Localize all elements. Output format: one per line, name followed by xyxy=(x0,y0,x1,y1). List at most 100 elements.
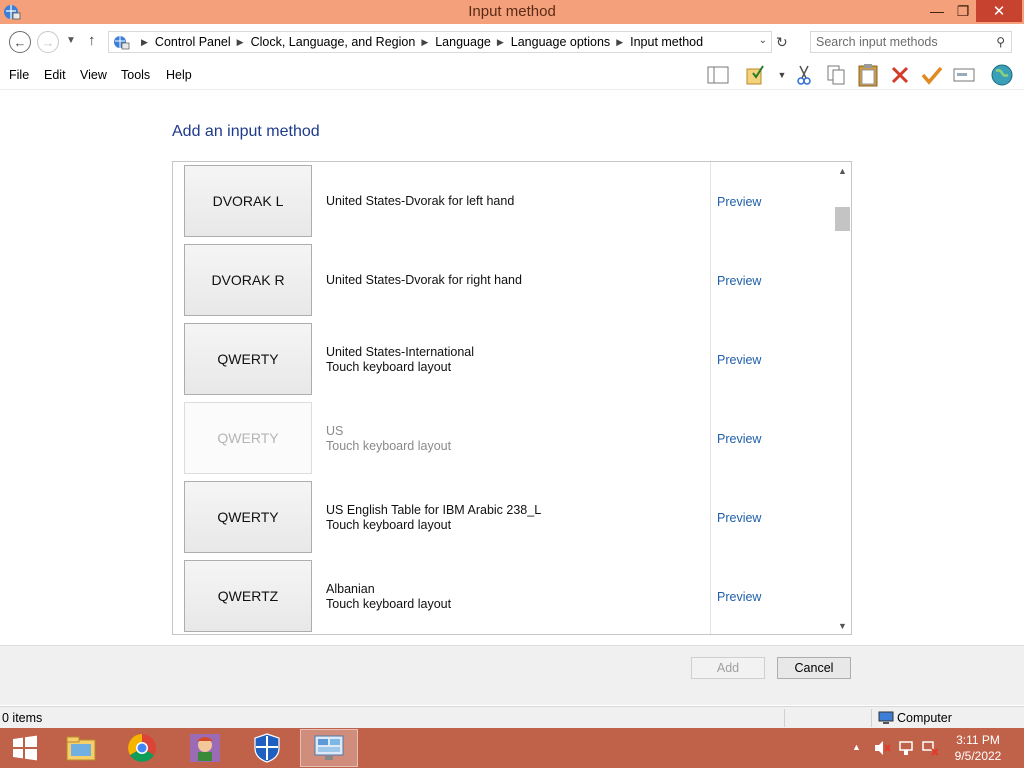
cut-icon[interactable] xyxy=(792,63,816,87)
show-hidden-icons-icon[interactable]: ▲ xyxy=(852,742,861,752)
list-item[interactable]: QWERTY United States-International Touch… xyxy=(173,320,833,399)
game-app-icon xyxy=(190,734,220,762)
taskbar-chrome[interactable] xyxy=(113,729,171,767)
rename-icon[interactable] xyxy=(952,63,976,87)
network-disconnected-icon[interactable] xyxy=(921,740,939,756)
address-row: ← → ▼ ↑ ▶ Control Panel ▶ Clock, Languag… xyxy=(0,24,1024,60)
breadcrumb-language-options[interactable]: Language options xyxy=(511,35,610,49)
list-item[interactable]: DVORAK L United States-Dvorak for left h… xyxy=(173,162,833,241)
status-location: Computer xyxy=(897,711,952,725)
item-description: US Touch keyboard layout xyxy=(326,399,451,478)
paste-icon[interactable] xyxy=(856,63,880,87)
chevron-right-icon[interactable]: ▶ xyxy=(421,37,428,48)
preview-link[interactable]: Preview xyxy=(717,162,761,241)
breadcrumb-clock-language-region[interactable]: Clock, Language, and Region xyxy=(251,35,416,49)
item-subtitle: Touch keyboard layout xyxy=(326,438,452,453)
chrome-icon xyxy=(128,734,156,762)
item-title: United States-Dvorak for left hand xyxy=(326,194,515,208)
taskbar-file-explorer[interactable] xyxy=(52,729,110,767)
refresh-button[interactable]: ↻ xyxy=(776,34,788,51)
layout-tile[interactable]: DVORAK L xyxy=(184,165,312,237)
search-input[interactable] xyxy=(816,35,986,49)
start-button[interactable] xyxy=(0,728,50,768)
breadcrumb-language[interactable]: Language xyxy=(435,35,491,49)
list-item[interactable]: QWERTY US English Table for IBM Arabic 2… xyxy=(173,478,833,557)
search-box[interactable]: ⚲ xyxy=(810,31,1012,53)
minimize-button[interactable]: — xyxy=(924,0,950,22)
status-divider xyxy=(784,709,785,727)
menu-tools[interactable]: Tools xyxy=(121,68,150,82)
recent-locations-dropdown[interactable]: ▼ xyxy=(66,35,76,46)
item-description: United States-Dvorak for left hand xyxy=(326,162,514,241)
breadcrumb-input-method[interactable]: Input method xyxy=(630,35,703,49)
menu-edit[interactable]: Edit xyxy=(44,68,66,82)
control-panel-icon xyxy=(314,735,344,760)
list-item[interactable]: DVORAK R United States-Dvorak for right … xyxy=(173,241,833,320)
control-panel-icon xyxy=(114,36,130,50)
maximize-button[interactable]: ❐ xyxy=(950,0,976,22)
list-item-disabled: QWERTY US Touch keyboard layout Preview xyxy=(173,399,833,478)
item-description: Albanian Touch keyboard layout xyxy=(326,557,452,634)
item-subtitle: Touch keyboard layout xyxy=(326,596,452,611)
arrow-left-icon: ← xyxy=(13,34,27,50)
arrow-up-icon: ↑ xyxy=(88,32,96,49)
back-button[interactable]: ← xyxy=(9,31,31,53)
close-button[interactable]: ✕ xyxy=(976,0,1022,22)
copy-icon[interactable] xyxy=(824,63,848,87)
list-item[interactable]: QWERTZ Albanian Touch keyboard layout Pr… xyxy=(173,557,833,634)
chevron-right-icon[interactable]: ▶ xyxy=(237,37,244,48)
chevron-right-icon[interactable]: ▶ xyxy=(497,37,504,48)
forward-button[interactable]: → xyxy=(37,31,59,53)
window-title: Input method xyxy=(468,3,556,20)
breadcrumb-control-panel[interactable]: Control Panel xyxy=(155,35,231,49)
vertical-scrollbar[interactable]: ▲ ▼ xyxy=(834,162,851,634)
taskbar-defender[interactable] xyxy=(238,729,296,767)
volume-muted-icon[interactable] xyxy=(873,740,891,756)
properties-dropdown-icon[interactable]: ▼ xyxy=(770,63,794,87)
search-icon[interactable]: ⚲ xyxy=(996,35,1005,49)
delete-icon[interactable] xyxy=(888,63,912,87)
preview-link[interactable]: Preview xyxy=(717,241,761,320)
layout-pane-icon[interactable] xyxy=(706,63,730,87)
layout-tile[interactable]: DVORAK R xyxy=(184,244,312,316)
properties-icon[interactable] xyxy=(744,63,768,87)
taskbar-control-panel[interactable] xyxy=(300,729,358,767)
scroll-down-icon[interactable]: ▼ xyxy=(834,617,851,634)
item-count: 0 items xyxy=(2,711,43,725)
preview-link[interactable]: Preview xyxy=(717,399,761,478)
layout-tile[interactable]: QWERTY xyxy=(184,481,312,553)
defender-shield-icon xyxy=(254,733,280,763)
cancel-button[interactable]: Cancel xyxy=(777,657,851,679)
power-icon[interactable] xyxy=(897,740,915,756)
chevron-right-icon[interactable]: ▶ xyxy=(616,37,623,48)
item-description: United States-Dvorak for right hand xyxy=(326,241,522,320)
item-title: US xyxy=(326,423,344,438)
checkmark-icon[interactable] xyxy=(920,63,944,87)
chevron-down-icon[interactable]: ⌄ xyxy=(759,35,767,46)
preview-link[interactable]: Preview xyxy=(717,557,761,634)
menu-file[interactable]: File xyxy=(9,68,29,82)
scroll-up-icon[interactable]: ▲ xyxy=(834,162,851,179)
layout-tile[interactable]: QWERTZ xyxy=(184,560,312,632)
up-button[interactable]: ↑ xyxy=(88,32,96,49)
address-bar[interactable]: ▶ Control Panel ▶ Clock, Language, and R… xyxy=(108,31,772,53)
menu-help[interactable]: Help xyxy=(166,68,192,82)
item-description: US English Table for IBM Arabic 238_L To… xyxy=(326,478,541,557)
breadcrumb: ▶ Control Panel ▶ Clock, Language, and R… xyxy=(135,35,703,49)
input-method-list[interactable]: DVORAK L United States-Dvorak for left h… xyxy=(172,161,852,635)
menu-view[interactable]: View xyxy=(80,68,107,82)
globe-icon[interactable] xyxy=(990,63,1014,87)
scroll-thumb[interactable] xyxy=(835,207,850,231)
preview-link[interactable]: Preview xyxy=(717,320,761,399)
chevron-right-icon[interactable]: ▶ xyxy=(141,37,148,48)
item-subtitle: Touch keyboard layout xyxy=(326,359,452,374)
add-button[interactable]: Add xyxy=(691,657,765,679)
item-title: Albanian xyxy=(326,581,375,596)
clock-time: 3:11 PM xyxy=(956,733,1000,747)
title-bar: Input method — ❐ ✕ xyxy=(0,0,1024,24)
system-clock[interactable]: 3:11 PM 9/5/2022 xyxy=(946,732,1010,764)
taskbar-game-app[interactable] xyxy=(176,729,234,767)
preview-link[interactable]: Preview xyxy=(717,478,761,557)
item-description: United States-International Touch keyboa… xyxy=(326,320,474,399)
layout-tile[interactable]: QWERTY xyxy=(184,323,312,395)
